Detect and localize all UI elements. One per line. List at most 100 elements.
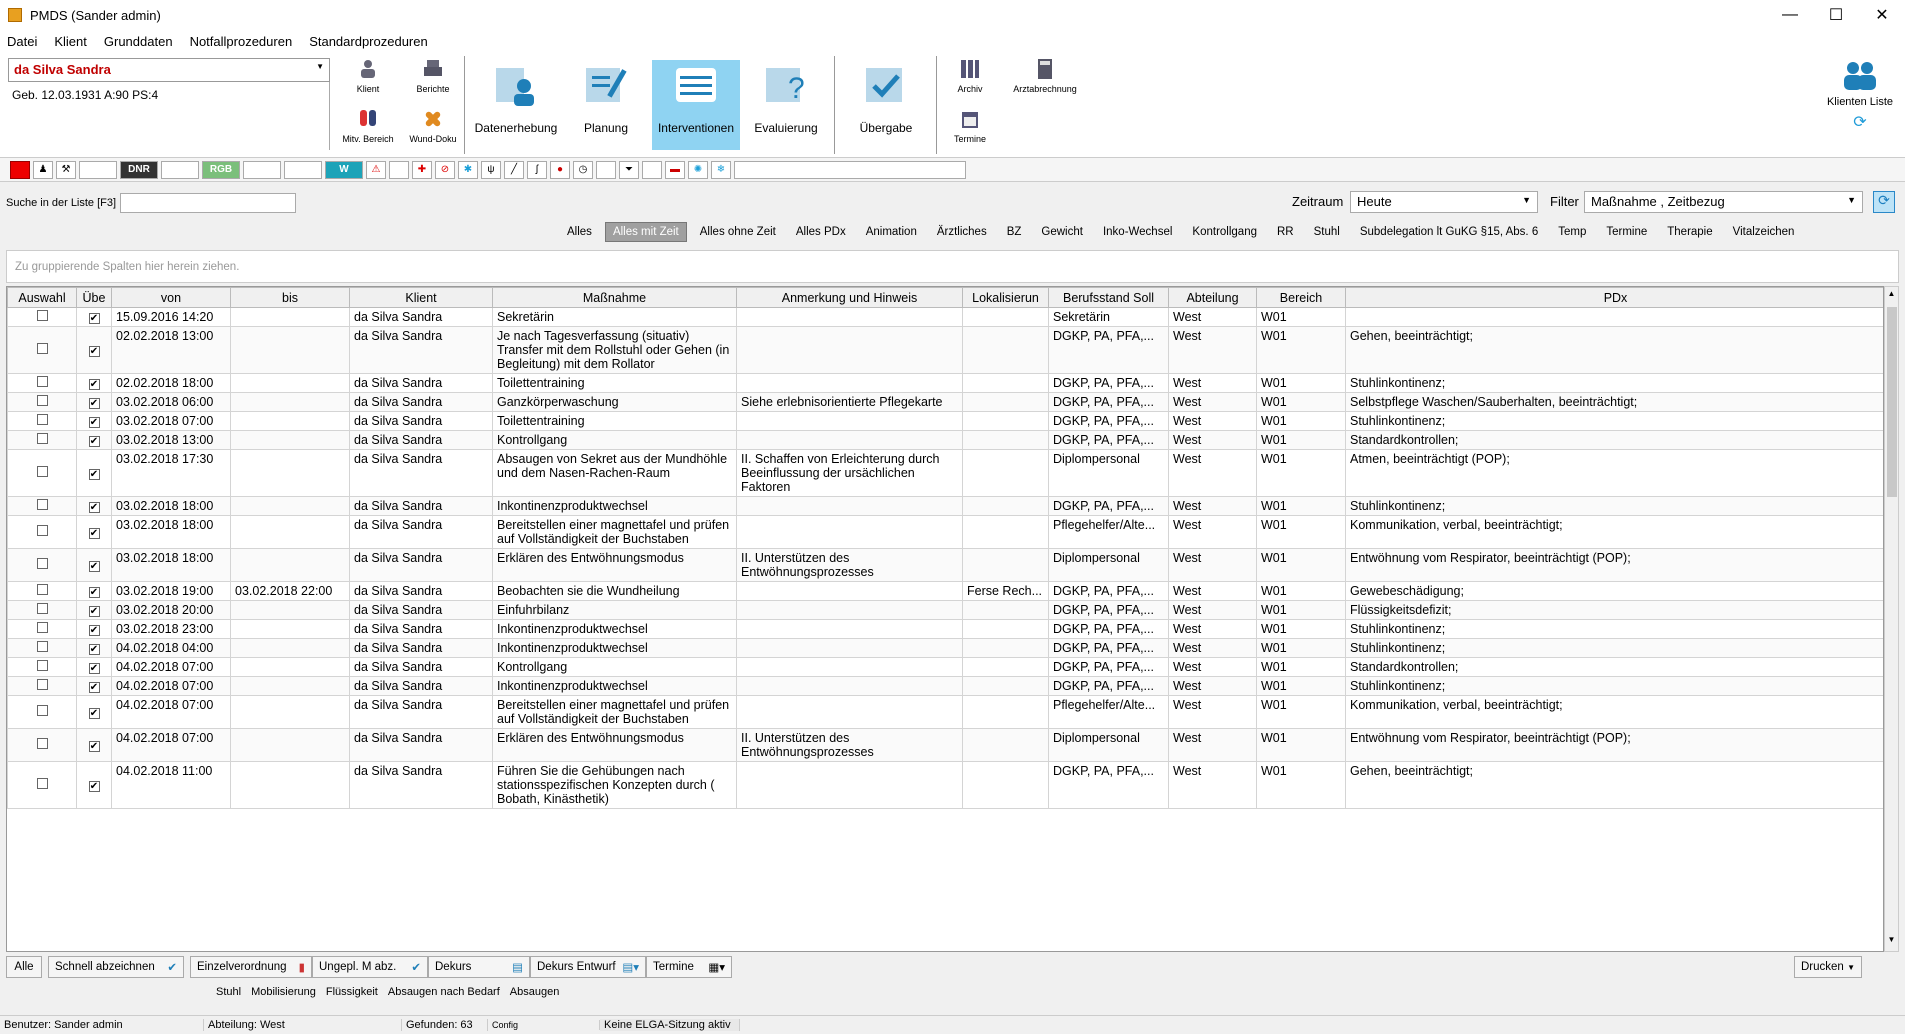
select-checkbox[interactable] bbox=[36, 705, 48, 716]
table-row[interactable]: ✔ 04.02.2018 11:00 da Silva Sandra Führen S… bbox=[7, 761, 1883, 809]
dekurs-entwurf-button[interactable]: Dekurs Entwurf ▤▾ bbox=[530, 956, 646, 978]
select-checkbox[interactable] bbox=[36, 603, 48, 614]
uebe-checkbox[interactable]: ✔ bbox=[88, 606, 100, 617]
medical-cross-icon[interactable]: ✚ bbox=[412, 160, 432, 179]
select-checkbox[interactable] bbox=[36, 778, 48, 789]
select-checkbox[interactable] bbox=[36, 343, 48, 354]
warning-icon[interactable]: ⚠ bbox=[366, 160, 386, 179]
refresh-button[interactable]: ⟳ bbox=[1873, 191, 1895, 213]
select-checkbox[interactable] bbox=[36, 499, 48, 510]
select-checkbox[interactable] bbox=[36, 738, 48, 749]
scroll-up-icon[interactable]: ▲ bbox=[1885, 289, 1898, 303]
refresh-icon[interactable]: ⟳ bbox=[1820, 112, 1900, 132]
prohibited-icon[interactable]: ⊘ bbox=[435, 160, 455, 179]
quicklink-stuhl[interactable]: Stuhl bbox=[216, 986, 241, 998]
select-checkbox[interactable] bbox=[36, 395, 48, 406]
close-button[interactable]: ✕ bbox=[1859, 0, 1905, 30]
uebe-checkbox[interactable]: ✔ bbox=[88, 528, 100, 539]
tab-kontrollgang[interactable]: Kontrollgang bbox=[1185, 223, 1264, 241]
tab-rr[interactable]: RR bbox=[1270, 223, 1301, 241]
dnr-badge[interactable]: DNR bbox=[120, 160, 158, 179]
berichte-button[interactable]: Berichte bbox=[405, 58, 461, 94]
planung-button[interactable]: Planung bbox=[562, 60, 650, 150]
uebe-checkbox[interactable]: ✔ bbox=[88, 625, 100, 636]
tab-animation[interactable]: Animation bbox=[859, 223, 924, 241]
table-row[interactable]: ✔ 03.02.2018 23:00 da Silva Sandra Inkontin… bbox=[7, 619, 1883, 639]
funnel-icon[interactable]: ⏷ bbox=[619, 160, 639, 179]
menu-grunddaten[interactable]: Grunddaten bbox=[104, 34, 173, 49]
tab-aerztliches[interactable]: Ärztliches bbox=[930, 223, 994, 241]
table-row[interactable]: ✔ 03.02.2018 07:00 da Silva Sandra Toilette… bbox=[7, 411, 1883, 431]
ear-icon[interactable]: ʃ bbox=[527, 160, 547, 179]
wund-doku-button[interactable]: Wund-Doku bbox=[405, 108, 461, 144]
col-bis[interactable]: bis bbox=[230, 287, 350, 308]
select-checkbox[interactable] bbox=[36, 466, 48, 477]
datenerhebung-button[interactable]: Datenerhebung bbox=[472, 60, 560, 150]
uebe-checkbox[interactable]: ✔ bbox=[88, 741, 100, 752]
arztabrechnung-button[interactable]: Arztabrechnung bbox=[1010, 58, 1080, 94]
uebe-checkbox[interactable]: ✔ bbox=[88, 644, 100, 655]
col-anmerkung[interactable]: Anmerkung und Hinweis bbox=[736, 287, 963, 308]
col-bereich[interactable]: Bereich bbox=[1256, 287, 1346, 308]
select-checkbox[interactable] bbox=[36, 622, 48, 633]
col-lokalisierung[interactable]: Lokalisierun bbox=[962, 287, 1049, 308]
scroll-down-icon[interactable]: ▼ bbox=[1885, 935, 1898, 949]
menu-notfallprozeduren[interactable]: Notfallprozeduren bbox=[190, 34, 293, 49]
tab-termine[interactable]: Termine bbox=[1599, 223, 1654, 241]
evaluierung-button[interactable]: ? Evaluierung bbox=[742, 60, 830, 150]
pill-icon[interactable]: ▬ bbox=[665, 160, 685, 179]
table-row[interactable]: ✔ 04.02.2018 07:00 da Silva Sandra Bereitst… bbox=[7, 695, 1883, 729]
maximize-button[interactable]: ☐ bbox=[1813, 0, 1859, 30]
menu-klient[interactable]: Klient bbox=[54, 34, 87, 49]
alle-button[interactable]: Alle bbox=[6, 956, 42, 978]
group-drop-area[interactable]: Zu gruppierende Spalten hier herein zieh… bbox=[6, 250, 1899, 283]
table-row[interactable]: ✔ 15.09.2016 14:20 da Silva Sandra Sekretär… bbox=[7, 307, 1883, 327]
menu-datei[interactable]: Datei bbox=[7, 34, 37, 49]
table-row[interactable]: ✔ 02.02.2018 13:00 da Silva Sandra Je nach … bbox=[7, 326, 1883, 374]
klienten-liste-button[interactable]: Klienten Liste ⟳ bbox=[1820, 60, 1900, 132]
table-row[interactable]: ✔ 03.02.2018 18:00 da Silva Sandra Inkontin… bbox=[7, 496, 1883, 516]
archiv-button[interactable]: Archiv bbox=[942, 58, 998, 94]
hammer-icon[interactable]: ⚒ bbox=[56, 160, 76, 179]
table-row[interactable]: ✔ 04.02.2018 07:00 da Silva Sandra Kontroll… bbox=[7, 657, 1883, 677]
tab-temp[interactable]: Temp bbox=[1551, 223, 1593, 241]
quicklink-absaugen-bedarf[interactable]: Absaugen nach Bedarf bbox=[388, 986, 500, 998]
quicklink-fluessigkeit[interactable]: Flüssigkeit bbox=[326, 986, 378, 998]
klient-button[interactable]: Klient bbox=[340, 58, 396, 94]
table-row[interactable]: ✔ 04.02.2018 04:00 da Silva Sandra Inkontin… bbox=[7, 638, 1883, 658]
syringe-icon[interactable]: ╱ bbox=[504, 160, 524, 179]
uebe-checkbox[interactable]: ✔ bbox=[88, 708, 100, 719]
tab-alles-mit-zeit[interactable]: Alles mit Zeit bbox=[604, 222, 687, 242]
uebe-checkbox[interactable]: ✔ bbox=[88, 663, 100, 674]
rgb-badge[interactable]: RGB bbox=[202, 160, 240, 179]
drop-icon[interactable]: ● bbox=[550, 160, 570, 179]
uebe-checkbox[interactable]: ✔ bbox=[88, 469, 100, 480]
drucken-button[interactable]: Drucken ▼ bbox=[1794, 956, 1862, 978]
uebe-checkbox[interactable]: ✔ bbox=[88, 502, 100, 513]
uebe-checkbox[interactable]: ✔ bbox=[88, 398, 100, 409]
scroll-thumb[interactable] bbox=[1887, 307, 1897, 497]
termine-bottom-button[interactable]: Termine ▦▾ bbox=[646, 956, 732, 978]
tab-bz[interactable]: BZ bbox=[1000, 223, 1029, 241]
table-row[interactable]: ✔ 03.02.2018 13:00 da Silva Sandra Kontroll… bbox=[7, 430, 1883, 450]
interventionen-button[interactable]: Interventionen bbox=[652, 60, 740, 150]
col-berufsstand[interactable]: Berufsstand Soll bbox=[1048, 287, 1169, 308]
minimize-button[interactable]: — bbox=[1767, 0, 1813, 30]
table-row[interactable]: ✔ 03.02.2018 20:00 da Silva Sandra Einfuhrb… bbox=[7, 600, 1883, 620]
person-icon[interactable]: ♟ bbox=[33, 160, 53, 179]
termine-top-button[interactable]: Termine bbox=[942, 108, 998, 144]
tab-subdelegation[interactable]: Subdelegation lt GuKG §15, Abs. 6 bbox=[1353, 223, 1545, 241]
tab-gewicht[interactable]: Gewicht bbox=[1034, 223, 1090, 241]
uebe-checkbox[interactable]: ✔ bbox=[88, 781, 100, 792]
select-checkbox[interactable] bbox=[36, 525, 48, 536]
table-row[interactable]: ✔ 02.02.2018 18:00 da Silva Sandra Toilette… bbox=[7, 373, 1883, 393]
tooth-icon[interactable]: ✺ bbox=[688, 160, 708, 179]
tab-vitalzeichen[interactable]: Vitalzeichen bbox=[1726, 223, 1802, 241]
col-massnahme[interactable]: Maßnahme bbox=[492, 287, 737, 308]
red-flag-icon[interactable] bbox=[10, 160, 30, 179]
menu-standardprozeduren[interactable]: Standardprozeduren bbox=[309, 34, 428, 49]
uebe-checkbox[interactable]: ✔ bbox=[88, 436, 100, 447]
table-row[interactable]: ✔ 04.02.2018 07:00 da Silva Sandra Inkontin… bbox=[7, 676, 1883, 696]
table-row[interactable]: ✔ 03.02.2018 18:00 da Silva Sandra Erklären… bbox=[7, 548, 1883, 582]
uebe-checkbox[interactable]: ✔ bbox=[88, 417, 100, 428]
